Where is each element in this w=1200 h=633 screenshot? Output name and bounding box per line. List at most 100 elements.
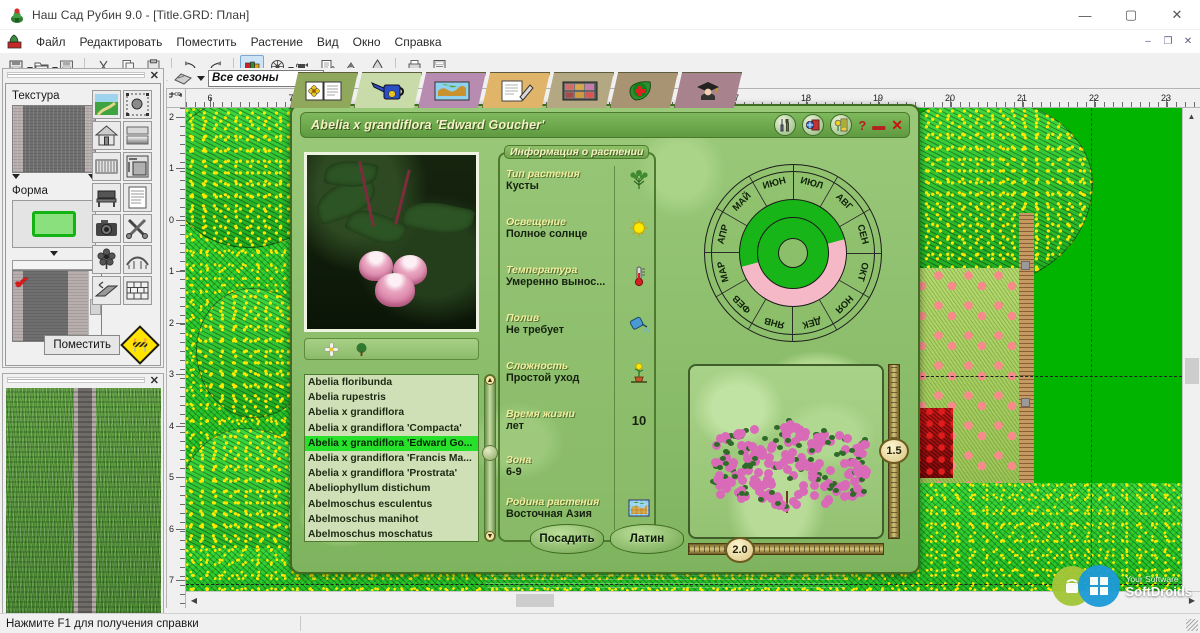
menu-plant[interactable]: Растение (244, 33, 310, 51)
list-item[interactable]: Abelia x grandiflora 'Francis Ma... (305, 451, 478, 466)
menu-edit[interactable]: Редактировать (73, 33, 170, 51)
ruler-origin[interactable]: 00 (166, 88, 186, 108)
tab-gallery[interactable] (546, 72, 614, 108)
texture-prev-caret[interactable] (12, 174, 20, 179)
width-scale-bar[interactable] (688, 543, 884, 555)
horizontal-scroll-thumb[interactable] (516, 593, 554, 607)
help-button[interactable]: ? (858, 118, 866, 133)
edging-icon[interactable] (92, 276, 121, 305)
close-icon-2[interactable]: ✕ (150, 374, 159, 387)
garden-tools-button[interactable] (774, 114, 797, 136)
menu-place[interactable]: Поместить (169, 33, 243, 51)
menu-view[interactable]: Вид (310, 33, 346, 51)
wall-node-2[interactable] (1021, 398, 1030, 407)
grip-bars-2 (7, 377, 145, 383)
canvas-vertical-scrollbar[interactable]: ▲ ▼ (1182, 108, 1200, 608)
list-item[interactable]: Abelmoschus moschatus (305, 527, 478, 541)
list-item[interactable]: Abelia rupestris (305, 390, 478, 405)
tab-notes[interactable] (482, 72, 550, 108)
list-scroll-up-icon[interactable]: ▲ (485, 375, 495, 385)
flower-detail-icon[interactable] (323, 341, 339, 357)
abelia-flower-photo[interactable] (304, 152, 479, 332)
plant-button[interactable]: Посадить (530, 524, 604, 554)
list-item[interactable]: Abelmoschus esculentus (305, 497, 478, 512)
ruler-tick-v (180, 252, 185, 253)
list-scroll-down-icon[interactable]: ▼ (485, 531, 495, 541)
ruler-tick (1194, 102, 1195, 107)
list-item[interactable]: Abeliophyllum distichum (305, 481, 478, 496)
brick-wall-edge[interactable] (1019, 213, 1034, 483)
scroll-up-button[interactable]: ▲ (1183, 108, 1200, 124)
survey-grid-icon[interactable] (123, 90, 152, 119)
texture-scroll-track[interactable] (12, 260, 96, 270)
form-more-caret[interactable] (50, 251, 58, 256)
plant-list-scrollbar[interactable]: ▲ ▼ (482, 374, 498, 542)
plant-species-list[interactable]: Abelia floribunda Abelia rupestris Abelia … (304, 374, 479, 542)
height-scale-value[interactable]: 1.5 (879, 438, 909, 464)
bridge-icon[interactable] (123, 245, 152, 274)
mdi-close-button[interactable]: ✕ (1178, 33, 1198, 50)
ruler-tick (222, 102, 223, 107)
form-preview[interactable] (12, 200, 96, 248)
menu-help[interactable]: Справка (388, 33, 449, 51)
width-scale-value[interactable]: 2.0 (725, 537, 755, 563)
abelia-shrub-render[interactable] (688, 364, 884, 539)
mdi-minimize-button[interactable]: – (1138, 33, 1158, 50)
minimize-button[interactable]: — (1062, 0, 1108, 30)
texture-swatch[interactable] (12, 105, 96, 173)
maximize-button[interactable]: ▢ (1108, 0, 1154, 30)
list-item[interactable]: Abelia x grandiflora 'Prostrata' (305, 466, 478, 481)
wall-node-1[interactable] (1021, 261, 1030, 270)
place-button[interactable]: Поместить (44, 335, 120, 355)
road-worker-sign-icon[interactable]: 🚧 (120, 325, 160, 365)
bench-icon[interactable] (92, 183, 121, 212)
latin-button[interactable]: Латин (610, 524, 684, 554)
seed-packet-button[interactable] (830, 114, 853, 136)
list-item[interactable]: Abelia floribunda (305, 375, 478, 390)
landscape-path-icon[interactable] (92, 90, 121, 119)
canvas-horizontal-scrollbar[interactable]: ◀ ▶ (186, 591, 1200, 608)
dialog-minimize-button[interactable]: ▬ (872, 118, 885, 133)
mdi-restore-button[interactable]: ❐ (1158, 33, 1178, 50)
list-item[interactable]: Abelia x grandiflora 'Compacta' (305, 421, 478, 436)
gradient-surface-icon[interactable] (123, 121, 152, 150)
close-icon[interactable]: ✕ (150, 69, 159, 82)
tab-map[interactable] (418, 72, 486, 108)
tab-watering[interactable] (354, 72, 422, 108)
list-item[interactable]: Abelia x grandiflora (305, 405, 478, 420)
camera-icon[interactable] (92, 214, 121, 243)
seasons-icon[interactable] (172, 70, 194, 88)
menu-file[interactable]: Файл (29, 33, 73, 51)
brick-wall-icon[interactable] (123, 276, 152, 305)
tab-academy[interactable] (674, 72, 742, 108)
close-button[interactable]: ✕ (1154, 0, 1200, 30)
panel-grip[interactable]: ✕ (3, 69, 163, 82)
plant-catalog-button[interactable] (802, 114, 825, 136)
vertical-ruler[interactable]: 2 1 0 1 2 3 4 5 6 7 (166, 108, 186, 608)
ruler-tick-v (180, 351, 185, 352)
grass-path-texture-preview[interactable] (6, 388, 161, 613)
tools-icon[interactable] (123, 214, 152, 243)
house-icon[interactable] (92, 121, 121, 150)
menu-window[interactable]: Окно (346, 33, 388, 51)
category-tab-strip (290, 70, 742, 108)
bloom-season-wheel[interactable]: ЯНВ ФЕВ МАР АПР МАЙ ИЮН ИЮЛ АВГ СЕН ОКТ НОЯ ДЕК (704, 164, 882, 342)
dialog-close-button[interactable]: ✕ (891, 117, 903, 134)
measure-area-icon[interactable] (123, 152, 152, 181)
tab-encyclopedia[interactable] (290, 72, 358, 108)
tab-health[interactable] (610, 72, 678, 108)
vertical-scroll-thumb[interactable] (1184, 358, 1199, 384)
scroll-left-button[interactable]: ◀ (186, 592, 202, 608)
tree-shape-icon[interactable] (353, 341, 369, 357)
list-document-icon[interactable] (123, 183, 152, 212)
list-scroll-thumb[interactable] (482, 445, 498, 461)
tool-row-5 (92, 214, 154, 243)
resize-grip[interactable] (1186, 619, 1198, 631)
list-item[interactable]: Abelmoschus manihot (305, 512, 478, 527)
seasons-dropdown-caret[interactable] (197, 76, 205, 81)
list-item[interactable]: Abelia x grandiflora 'Edward Go... (305, 435, 478, 452)
texture-panel-grip[interactable]: ✕ (3, 374, 163, 387)
flower-icon[interactable] (92, 245, 121, 274)
fence-icon[interactable] (92, 152, 121, 181)
thermometer-icon (626, 264, 652, 288)
